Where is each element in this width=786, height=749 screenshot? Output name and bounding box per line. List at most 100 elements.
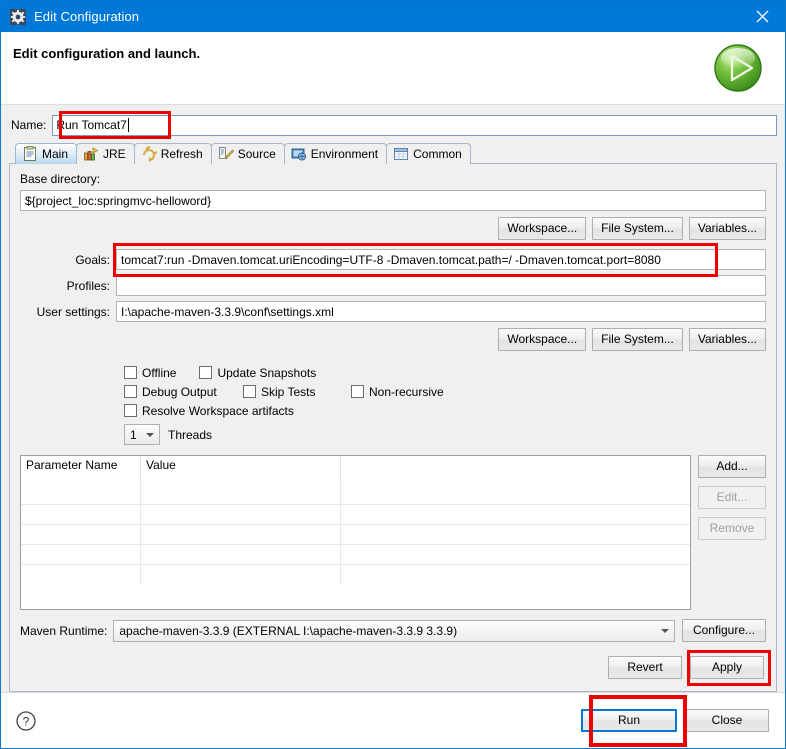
user-settings-row: User settings: I:\apache-maven-3.3.9\con… xyxy=(20,301,766,322)
question-mark-icon[interactable]: ? xyxy=(15,710,37,732)
table-cell xyxy=(341,545,690,564)
base-directory-browse-buttons: Workspace... File System... Variables... xyxy=(20,217,766,240)
tab-refresh-label: Refresh xyxy=(160,147,203,161)
checkbox-skip-tests-label: Skip Tests xyxy=(261,384,316,399)
revert-button[interactable]: Revert xyxy=(608,656,682,679)
maven-runtime-dropdown[interactable]: apache-maven-3.3.9 (EXTERNAL I:\apache-m… xyxy=(113,619,675,642)
options-checkbox-group: Offline Update Snapshots Debug Output Sk… xyxy=(124,363,766,445)
source-pencil-icon xyxy=(218,147,234,160)
variables-button-top[interactable]: Variables... xyxy=(688,217,766,240)
goals-label: Goals: xyxy=(75,252,110,267)
tab-bar: Main JRE Refresh Source Environment Comm… xyxy=(9,142,777,164)
tab-environment[interactable]: Environment xyxy=(283,143,388,164)
run-button[interactable]: Run xyxy=(581,709,677,732)
checkbox-offline[interactable]: Offline xyxy=(124,366,176,380)
close-icon[interactable] xyxy=(739,1,785,32)
threads-label: Threads xyxy=(168,427,213,442)
table-row[interactable] xyxy=(21,476,690,504)
title-bar: Edit Configuration xyxy=(1,1,785,32)
table-cell xyxy=(341,525,690,544)
tab-source[interactable]: Source xyxy=(210,143,285,164)
goals-input[interactable]: tomcat7:run -Dmaven.tomcat.uriEncoding=U… xyxy=(116,249,766,270)
refresh-arrows-icon xyxy=(142,146,157,162)
table-cell xyxy=(141,525,341,544)
checkbox-skip-tests-box[interactable] xyxy=(243,385,256,398)
clipboard-icon xyxy=(24,146,36,161)
table-cell xyxy=(341,565,690,584)
file-system-button-top[interactable]: File System... xyxy=(592,217,683,240)
add-parameter-button[interactable]: Add... xyxy=(698,455,766,478)
environment-monitor-icon xyxy=(291,148,306,161)
maven-runtime-value: apache-maven-3.3.9 (EXTERNAL I:\apache-m… xyxy=(119,623,458,638)
dialog-footer: ? Run Close xyxy=(1,692,785,748)
table-cell xyxy=(341,476,690,504)
parameters-table[interactable]: Parameter Name Value xyxy=(20,455,691,610)
checkbox-non-recursive-box[interactable] xyxy=(351,385,364,398)
table-row[interactable] xyxy=(21,544,690,564)
workspace-button-top[interactable]: Workspace... xyxy=(498,217,587,240)
checkbox-row-3: Resolve Workspace artifacts xyxy=(124,401,766,420)
tab-main[interactable]: Main xyxy=(15,143,78,164)
checkbox-resolve-workspace-artifacts-label: Resolve Workspace artifacts xyxy=(142,403,294,418)
tab-common[interactable]: Common xyxy=(386,143,471,164)
green-run-play-icon xyxy=(711,41,765,95)
checkbox-resolve-workspace-artifacts-box[interactable] xyxy=(124,404,137,417)
checkbox-non-recursive[interactable]: Non-recursive xyxy=(351,385,444,399)
revert-apply-row: Revert Apply xyxy=(20,650,771,686)
user-settings-value: I:\apache-maven-3.3.9\conf\settings.xml xyxy=(121,304,334,319)
tab-jre-label: JRE xyxy=(103,147,126,161)
checkbox-debug-output-label: Debug Output xyxy=(142,384,217,399)
base-directory-label: Base directory: xyxy=(20,172,101,186)
apply-button[interactable]: Apply xyxy=(690,656,764,679)
name-input[interactable]: Run Tomcat7 xyxy=(52,114,777,136)
table-cell xyxy=(21,505,141,524)
threads-row: 1 Threads xyxy=(124,424,766,445)
chevron-down-icon xyxy=(146,432,154,437)
variables-button-bottom[interactable]: Variables... xyxy=(688,328,766,351)
threads-dropdown[interactable]: 1 xyxy=(124,424,160,445)
checkbox-offline-box[interactable] xyxy=(124,366,137,379)
checkbox-resolve-workspace-artifacts[interactable]: Resolve Workspace artifacts xyxy=(124,404,294,418)
chevron-down-icon xyxy=(661,628,669,633)
tab-folder: Main JRE Refresh Source Environment Comm… xyxy=(9,142,777,692)
header-title: Edit configuration and launch. xyxy=(13,46,201,61)
checkbox-update-snapshots-box[interactable] xyxy=(199,366,213,379)
table-cell xyxy=(21,545,141,564)
base-directory-input[interactable]: ${project_loc:springmvc-helloword} xyxy=(20,190,766,211)
column-header-parameter-name[interactable]: Parameter Name xyxy=(21,456,141,476)
remove-parameter-button: Remove xyxy=(698,517,766,540)
maven-runtime-row: Maven Runtime: apache-maven-3.3.9 (EXTER… xyxy=(20,619,766,642)
profiles-label: Profiles: xyxy=(66,278,110,293)
edit-configuration-dialog: Edit Configuration Edit configuration an… xyxy=(0,0,786,749)
checkbox-update-snapshots[interactable]: Update Snapshots xyxy=(199,366,316,380)
workspace-button-bottom[interactable]: Workspace... xyxy=(498,328,587,351)
table-cell xyxy=(21,476,141,504)
checkbox-debug-output-box[interactable] xyxy=(124,385,137,398)
threads-value: 1 xyxy=(130,427,137,442)
table-cell xyxy=(141,545,341,564)
parameters-table-buttons: Add... Edit... Remove xyxy=(698,455,766,610)
column-header-value[interactable]: Value xyxy=(141,456,341,476)
name-label: Name: xyxy=(11,118,47,132)
configure-button[interactable]: Configure... xyxy=(682,619,766,642)
column-header-extra[interactable] xyxy=(341,456,690,476)
file-system-button-bottom[interactable]: File System... xyxy=(592,328,683,351)
tab-environment-label: Environment xyxy=(310,147,379,161)
profiles-input[interactable] xyxy=(116,275,766,296)
table-row[interactable] xyxy=(21,524,690,544)
tab-source-label: Source xyxy=(237,147,276,161)
checkbox-offline-label: Offline xyxy=(142,365,177,380)
checkbox-skip-tests[interactable]: Skip Tests xyxy=(243,385,335,399)
common-table-icon xyxy=(394,148,409,160)
tab-jre[interactable]: JRE xyxy=(76,143,135,164)
table-cell xyxy=(341,505,690,524)
svg-text:?: ? xyxy=(23,714,30,728)
table-row[interactable] xyxy=(21,504,690,524)
tab-refresh[interactable]: Refresh xyxy=(133,143,212,164)
table-row[interactable] xyxy=(21,564,690,584)
footer-buttons: Run Close xyxy=(581,695,771,747)
close-button[interactable]: Close xyxy=(685,709,769,732)
user-settings-browse-buttons: Workspace... File System... Variables... xyxy=(20,328,766,351)
user-settings-input[interactable]: I:\apache-maven-3.3.9\conf\settings.xml xyxy=(116,301,766,322)
checkbox-debug-output[interactable]: Debug Output xyxy=(124,385,227,399)
